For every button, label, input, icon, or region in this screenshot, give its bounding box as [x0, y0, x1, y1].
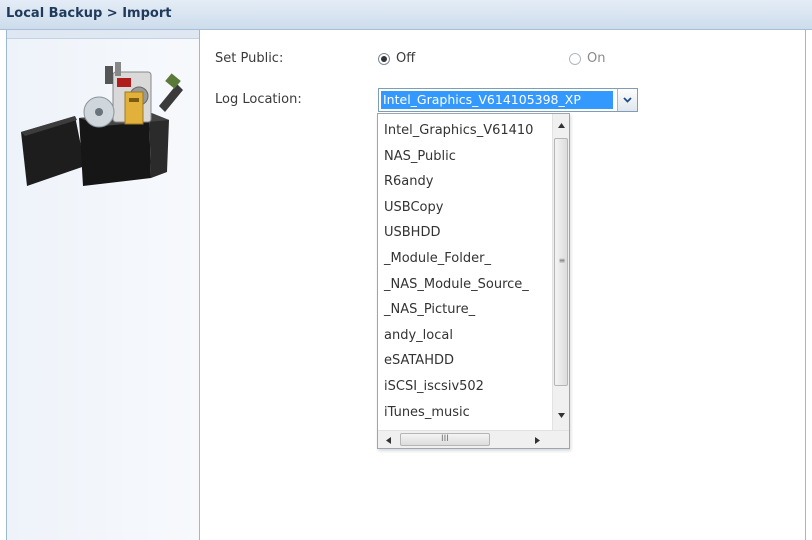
list-item[interactable]: _Module_Folder_ — [378, 246, 550, 272]
set-public-on-label: On — [587, 51, 606, 66]
log-location-selected-value: Intel_Graphics_V614105398_XP — [381, 91, 613, 109]
radio-selected-icon — [378, 52, 390, 65]
dropdown-options: Intel_Graphics_V61410 NAS_Public R6andy … — [378, 118, 550, 425]
set-public-off-radio[interactable]: Off — [378, 51, 415, 66]
vertical-scroll-thumb[interactable]: ≡ — [554, 138, 568, 386]
vertical-scrollbar[interactable]: ≡ — [552, 114, 569, 430]
set-public-off-label: Off — [396, 51, 416, 66]
log-location-dropdown-list[interactable]: Intel_Graphics_V61410 NAS_Public R6andy … — [377, 113, 570, 449]
arrow-up-icon[interactable] — [554, 118, 569, 132]
page-title: Local Backup > Import — [6, 6, 172, 21]
log-location-label: Log Location: — [215, 92, 302, 107]
radio-unselected-icon — [569, 52, 581, 65]
set-public-on-radio[interactable]: On — [569, 51, 605, 66]
arrow-left-icon[interactable] — [381, 433, 396, 447]
list-item[interactable]: eSATAHDD — [378, 348, 550, 374]
backup-box-icon — [21, 62, 183, 186]
list-item[interactable]: R6andy — [378, 169, 550, 195]
left-panel-band — [7, 30, 199, 39]
arrow-right-icon[interactable] — [530, 433, 545, 447]
list-item[interactable]: _NAS_Picture_ — [378, 297, 550, 323]
list-item[interactable]: NAS_Public — [378, 144, 550, 170]
grip-icon: III — [441, 434, 449, 444]
grip-icon: ≡ — [558, 256, 566, 265]
list-item[interactable]: USBHDD — [378, 220, 550, 246]
list-item[interactable]: iSCSI_iscsiv502 — [378, 374, 550, 400]
log-location-dropdown-button[interactable] — [617, 89, 637, 111]
horizontal-scrollbar[interactable]: III — [378, 430, 569, 448]
title-bar: Local Backup > Import — [0, 0, 812, 30]
list-item[interactable]: _NAS_Module_Source_ — [378, 272, 550, 298]
chevron-down-icon — [623, 97, 632, 103]
list-item[interactable]: USBCopy — [378, 195, 550, 221]
horizontal-scroll-thumb[interactable]: III — [400, 433, 490, 446]
list-item[interactable]: iTunes_music — [378, 400, 550, 426]
list-item[interactable]: andy_local — [378, 323, 550, 349]
left-panel — [7, 30, 200, 540]
log-location-select[interactable]: Intel_Graphics_V614105398_XP — [378, 88, 638, 112]
set-public-label: Set Public: — [215, 51, 284, 66]
list-item[interactable]: Intel_Graphics_V61410 — [378, 118, 550, 144]
arrow-down-icon[interactable] — [554, 408, 569, 422]
